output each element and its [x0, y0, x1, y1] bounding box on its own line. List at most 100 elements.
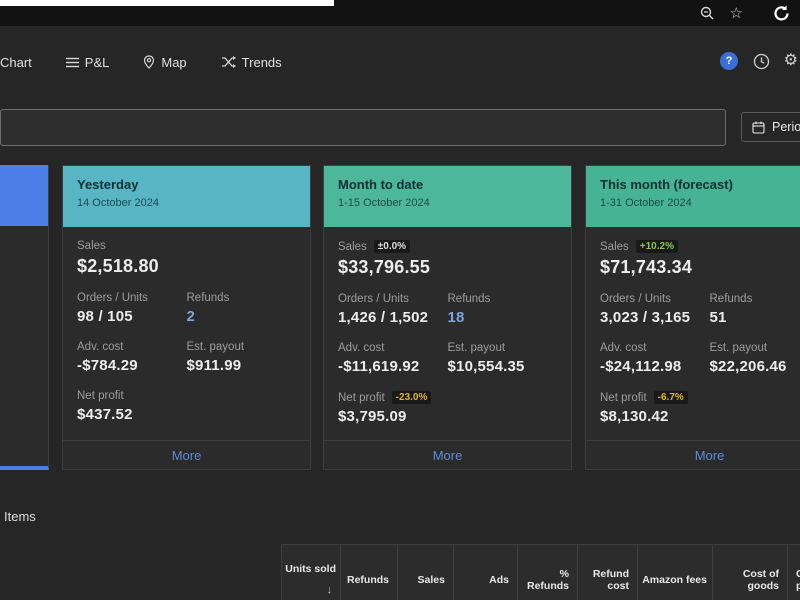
refunds-value-link[interactable]: 2	[187, 308, 297, 325]
card-subtitle: 14 October 2024	[77, 197, 159, 209]
trends-shuffle-icon	[221, 56, 236, 68]
column-header-units-sold[interactable]: Units sold ↓	[281, 545, 340, 600]
column-header-pct-refunds[interactable]: % Refunds	[517, 545, 577, 600]
browser-bar: ☆	[0, 0, 800, 26]
nav-item-label: Trends	[241, 54, 282, 70]
adv-cost-value: -$24,112.98	[600, 358, 682, 375]
settings-gear-icon[interactable]: ⚙	[784, 50, 798, 70]
sort-descending-icon: ↓	[326, 584, 333, 596]
column-header-label: % Refunds	[527, 567, 569, 592]
card-body: Sales $2,518.80 Orders / Units 98 / 105 …	[63, 227, 310, 470]
sync-refresh-icon[interactable]	[773, 4, 790, 22]
refunds-label: Refunds	[186, 292, 230, 304]
est-payout-value: $10,554.35	[447, 358, 525, 375]
column-header-sales[interactable]: Sales	[397, 545, 453, 600]
app-screen: ☆ Chart P&L Map Trends ? ⚙ Perio Yesterd…	[0, 0, 800, 600]
more-link[interactable]: More	[172, 448, 202, 463]
orders-units-label: Orders / Units	[600, 293, 671, 305]
adv-cost-label: Adv. cost	[338, 342, 385, 354]
card-today-partial[interactable]	[0, 165, 49, 470]
column-header-label: Refunds	[347, 573, 389, 586]
column-header-label: Cost of goods	[742, 567, 779, 592]
app-nav: Chart P&L Map Trends	[0, 44, 800, 80]
calendar-icon	[752, 121, 765, 134]
card-today-header	[0, 165, 48, 226]
nav-item-label: Chart	[0, 54, 32, 70]
more-link[interactable]: More	[695, 448, 725, 463]
net-profit-change-badge: -6.7%	[653, 391, 688, 404]
net-profit-value: $3,795.09	[338, 408, 407, 425]
est-payout-label: Est. payout	[709, 342, 768, 354]
nav-item-map[interactable]: Map	[143, 55, 187, 70]
help-icon[interactable]: ?	[720, 52, 738, 70]
column-header-gross-profit[interactable]: Gross profit	[787, 545, 800, 600]
more-link[interactable]: More	[433, 448, 463, 463]
orders-units-value: 3,023 / 3,165	[600, 309, 691, 326]
orders-units-label: Orders / Units	[338, 293, 409, 305]
refunds-label: Refunds	[447, 293, 491, 305]
adv-cost-value: -$11,619.92	[338, 358, 420, 375]
nav-item-pnl[interactable]: P&L	[65, 54, 110, 70]
refunds-label: Refunds	[709, 293, 753, 305]
column-header-amazon-fees[interactable]: Amazon fees	[637, 545, 712, 600]
card-subtitle: 1-15 October 2024	[338, 197, 430, 209]
column-header-ads[interactable]: Ads	[453, 545, 517, 600]
more-row: More	[63, 440, 310, 470]
card-subtitle: 1-31 October 2024	[600, 197, 692, 209]
sales-value: $2,518.80	[77, 256, 159, 276]
card-header: Month to date 1-15 October 2024	[324, 166, 571, 227]
nav-item-chart[interactable]: Chart	[0, 55, 32, 70]
items-section-title: Items	[4, 509, 36, 524]
refunds-value-link[interactable]: 18	[448, 309, 558, 326]
sales-change-badge: +10.2%	[635, 240, 678, 253]
est-payout-value: $22,206.46	[709, 358, 787, 375]
zoom-out-icon[interactable]	[700, 6, 714, 20]
sales-value: $71,743.34	[600, 257, 693, 277]
net-profit-change-badge: -23.0%	[391, 391, 432, 404]
adv-cost-value: -$784.29	[77, 357, 138, 374]
nav-right-icons: ? ⚙	[690, 46, 800, 78]
card-body: Sales +10.2% $71,743.34 Orders / Units 3…	[586, 227, 800, 470]
nav-item-trends[interactable]: Trends	[221, 55, 282, 70]
net-profit-value: $437.52	[77, 406, 133, 423]
net-profit-label: Net profit	[77, 390, 124, 402]
column-header-label: Gross profit	[796, 568, 800, 592]
card-month-to-date: Month to date 1-15 October 2024 Sales ±0…	[323, 165, 572, 470]
items-table-header: Units sold ↓ Refunds Sales Ads % Refunds…	[281, 544, 800, 600]
period-button[interactable]: Period	[741, 112, 800, 142]
column-header-refund-cost[interactable]: Refund cost	[577, 545, 637, 600]
nav-item-label: P&L	[84, 54, 110, 70]
refunds-value: 51	[709, 309, 727, 326]
net-profit-label: Net profit	[338, 391, 385, 404]
column-header-label: Ads	[489, 573, 509, 586]
list-icon	[65, 57, 79, 68]
column-header-label: Sales	[417, 573, 445, 586]
more-row: More	[324, 440, 571, 470]
orders-units-value: 1,426 / 1,502	[338, 309, 429, 326]
more-row: More	[586, 440, 800, 470]
column-header-cost-of-goods[interactable]: Cost of goods	[712, 545, 787, 600]
card-header: Yesterday 14 October 2024	[63, 166, 310, 227]
sales-value: $33,796.55	[338, 257, 431, 277]
sales-change-badge: ±0.0%	[373, 240, 411, 253]
adv-cost-label: Adv. cost	[77, 341, 124, 353]
est-payout-label: Est. payout	[186, 341, 245, 353]
card-header: This month (forecast) 1-31 October 2024	[586, 166, 800, 227]
est-payout-value: $911.99	[186, 357, 242, 374]
column-header-label: Amazon fees	[642, 573, 707, 586]
period-button-label: Period	[772, 120, 800, 134]
card-this-month-forecast: This month (forecast) 1-31 October 2024 …	[585, 165, 800, 470]
card-title: This month (forecast)	[600, 177, 733, 192]
column-header-label: Units sold	[285, 563, 336, 575]
card-title: Month to date	[338, 177, 424, 192]
map-pin-icon	[143, 55, 155, 69]
column-header-label: Refund cost	[592, 567, 629, 592]
column-header-refunds[interactable]: Refunds	[340, 545, 397, 600]
sales-label: Sales	[77, 240, 106, 252]
filter-search-input[interactable]	[0, 109, 726, 146]
history-clock-icon[interactable]	[753, 53, 770, 70]
bookmark-star-icon[interactable]: ☆	[730, 6, 743, 21]
browser-icons: ☆	[700, 0, 790, 26]
orders-units-label: Orders / Units	[77, 292, 148, 304]
net-profit-label: Net profit	[600, 391, 647, 404]
